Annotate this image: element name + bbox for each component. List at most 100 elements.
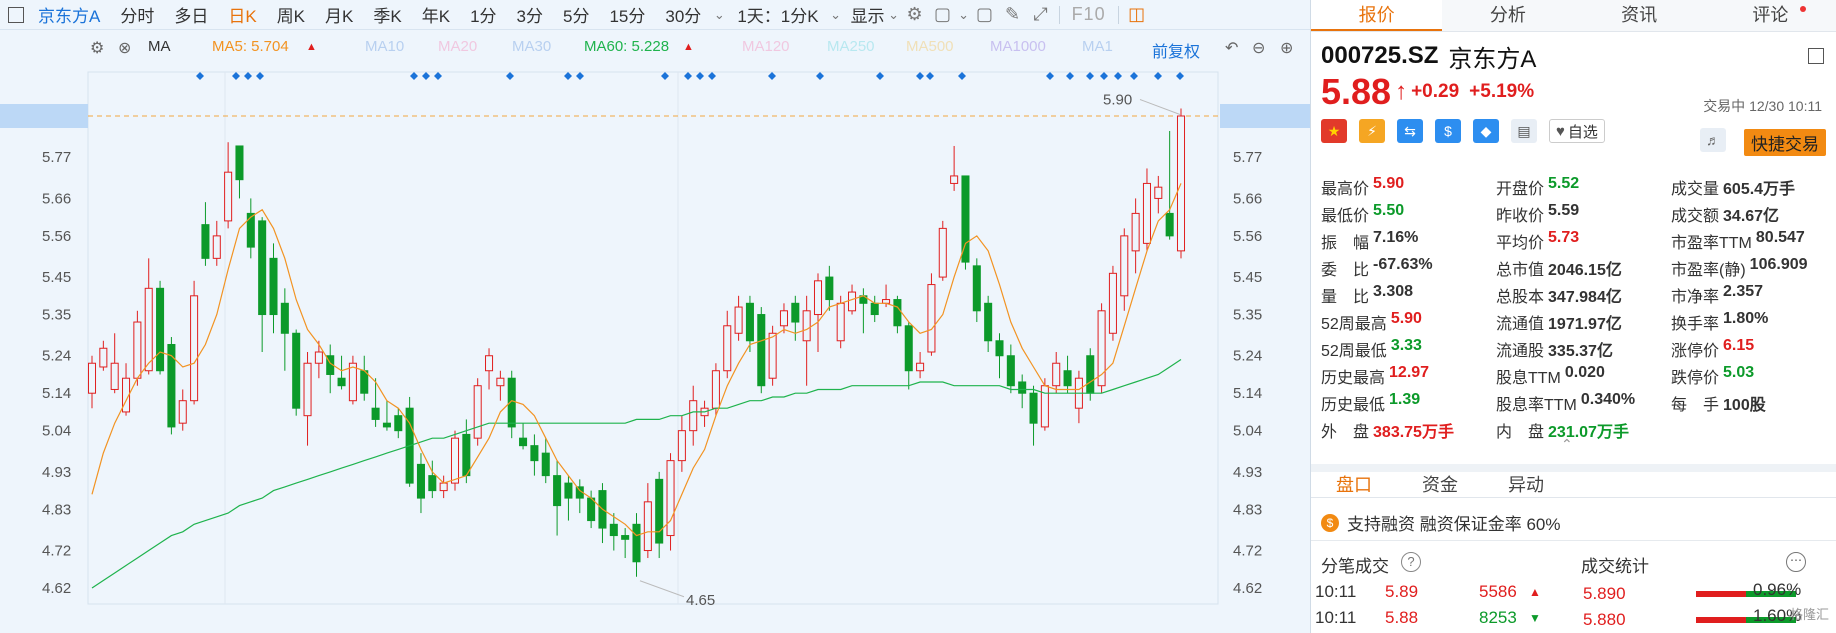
kline-chart[interactable]: 5.885.885.775.775.665.665.565.565.455.45… xyxy=(0,62,1310,633)
chart-panel: 京东方A 分时 多日 日K 周K 月K 季K 年K 1分 3分 5分 15分 3… xyxy=(0,0,1310,633)
tab-monthly-k[interactable]: 月K xyxy=(315,2,363,27)
tag-icon[interactable]: ◆ xyxy=(1473,119,1499,143)
dist-bar-red xyxy=(1696,591,1746,597)
fullscreen-icon[interactable]: ⤢ xyxy=(1027,4,1055,25)
tab-alerts[interactable]: 异动 xyxy=(1483,472,1569,497)
fast-trade-button[interactable]: 快捷交易 xyxy=(1744,129,1826,156)
stats-label: 昨收价 xyxy=(1496,207,1545,225)
tab-funds[interactable]: 资金 xyxy=(1397,472,1483,497)
close-icon[interactable]: ⊗ xyxy=(118,38,131,58)
tab-comments[interactable]: 评论 xyxy=(1705,0,1836,31)
stats-value: 0.340% xyxy=(1580,390,1636,408)
gear-icon[interactable]: ⚙ xyxy=(901,4,929,25)
stats-cell: 平均价 5.73 xyxy=(1496,229,1671,253)
tab-analysis[interactable]: 分析 xyxy=(1442,0,1573,31)
ma1-label[interactable]: MA1 xyxy=(1082,38,1113,55)
candle-down xyxy=(1165,212,1174,237)
margin-text: 支持融资 融资保证金率 60% xyxy=(1347,515,1561,534)
shuffle-icon[interactable]: ⇆ xyxy=(1397,119,1423,143)
square-icon[interactable]: ▢ xyxy=(929,4,957,25)
stats-value: 0.020 xyxy=(1564,363,1605,381)
ma20-label[interactable]: MA20 xyxy=(438,38,477,55)
chevron-down-icon[interactable]: ⌄ xyxy=(887,7,901,23)
tab-yearly-k[interactable]: 年K xyxy=(412,2,460,27)
trade-volume: 5586 xyxy=(1479,582,1517,601)
tab-orderbook[interactable]: 盘口 xyxy=(1311,472,1397,497)
more-icon[interactable]: ⋯ xyxy=(1786,552,1806,572)
camera-icon[interactable]: ▢ xyxy=(971,4,999,25)
expand-icon[interactable] xyxy=(1808,48,1824,64)
tab-news[interactable]: 资讯 xyxy=(1574,0,1705,31)
tab-1min[interactable]: 1分 xyxy=(460,2,506,27)
tab-intraday[interactable]: 分时 xyxy=(110,2,164,27)
f10-button[interactable]: F10 xyxy=(1064,4,1114,25)
note-icon[interactable]: ▤ xyxy=(1511,119,1537,143)
candle-up xyxy=(836,302,845,342)
sidebar-toggle-icon[interactable] xyxy=(8,6,24,23)
candle-down xyxy=(337,377,346,387)
stats-cell: 52周最低 3.33 xyxy=(1321,337,1496,361)
tab-3min[interactable]: 3分 xyxy=(507,2,553,27)
ma250-label[interactable]: MA250 xyxy=(827,38,875,55)
candle-up xyxy=(643,501,652,552)
candle-down xyxy=(382,422,391,428)
bell-icon[interactable]: ♬ xyxy=(1700,128,1726,152)
adjust-button[interactable]: 前复权 xyxy=(1152,38,1200,62)
panel-toggle-icon[interactable]: ◫ xyxy=(1123,4,1151,25)
tab-30min[interactable]: 30分 xyxy=(655,2,711,27)
display-menu[interactable]: 显示 xyxy=(843,2,887,27)
tab-15min[interactable]: 15分 xyxy=(599,2,655,27)
candle-up xyxy=(1120,235,1129,297)
ma120-label[interactable]: MA120 xyxy=(742,38,790,55)
stats-label: 52周最高 xyxy=(1321,315,1387,333)
candle-down xyxy=(972,265,981,312)
zoom-out-icon[interactable]: ⊖ xyxy=(1252,38,1265,58)
tab-weekly-k[interactable]: 周K xyxy=(267,2,315,27)
ma30-label[interactable]: MA30 xyxy=(512,38,551,55)
undo-icon[interactable]: ↶ xyxy=(1225,38,1238,58)
stats-label: 成交额 xyxy=(1671,207,1720,225)
tab-multi-day[interactable]: 多日 xyxy=(164,2,218,27)
dollar-icon[interactable]: $ xyxy=(1435,119,1461,143)
chevron-down-icon[interactable]: ⌄ xyxy=(829,7,843,23)
gear-icon[interactable]: ⚙ xyxy=(90,38,104,58)
help-icon[interactable]: ? xyxy=(1401,552,1421,572)
chevron-down-icon[interactable]: ⌄ xyxy=(957,7,971,23)
tab-quarterly-k[interactable]: 季K xyxy=(363,2,411,27)
pencil-icon[interactable]: ✎ xyxy=(999,4,1027,25)
ma500-label[interactable]: MA500 xyxy=(906,38,954,55)
stats-label: 最高价 xyxy=(1321,180,1370,198)
candle-up xyxy=(1154,186,1163,199)
candle-down xyxy=(757,314,766,387)
ma1000-label[interactable]: MA1000 xyxy=(990,38,1046,55)
tab-quote[interactable]: 报价 xyxy=(1311,0,1443,31)
last-price: 5.88 xyxy=(1321,71,1392,112)
tab-daily-k[interactable]: 日K xyxy=(218,2,266,27)
chevron-down-icon[interactable]: ⌄ xyxy=(711,7,727,23)
stats-value: 2.357 xyxy=(1723,282,1764,300)
candle-up xyxy=(314,351,323,364)
stats-value: 3.33 xyxy=(1390,336,1422,354)
period-select[interactable]: 1天：1分K xyxy=(727,2,828,27)
add-watchlist-button[interactable]: ♥ 自选 xyxy=(1549,119,1605,143)
quote-tabs: 报价 分析 资讯 评论 xyxy=(1311,0,1836,32)
ma10-label[interactable]: MA10 xyxy=(365,38,404,55)
ma-legend: ⚙ ⊗ MA MA5: 5.704 ▲ MA10 MA20 MA30 MA60:… xyxy=(0,38,1310,62)
candle-up xyxy=(734,306,743,334)
stats-label: 流通股 xyxy=(1496,342,1545,360)
lightning-icon[interactable]: ⚡ xyxy=(1359,119,1385,143)
watermark: 格隆汇 xyxy=(1789,607,1829,622)
dist-price: 5.880 xyxy=(1583,610,1626,629)
ma-label[interactable]: MA xyxy=(148,38,171,55)
watchlist-label: 自选 xyxy=(1567,123,1598,141)
stats-value: 5.90 xyxy=(1373,174,1405,192)
stats-label: 每 手 xyxy=(1671,396,1720,414)
collapse-icon[interactable]: ⌃ xyxy=(1561,436,1573,453)
stats-value: 383.75万手 xyxy=(1373,423,1454,441)
candle-up xyxy=(802,310,811,342)
stats-label: 开盘价 xyxy=(1496,180,1545,198)
zoom-in-icon[interactable]: ⊕ xyxy=(1280,38,1293,58)
china-flag-icon[interactable]: ★ xyxy=(1321,119,1347,143)
tab-stock-name[interactable]: 京东方A xyxy=(34,2,110,27)
tab-5min[interactable]: 5分 xyxy=(553,2,599,27)
